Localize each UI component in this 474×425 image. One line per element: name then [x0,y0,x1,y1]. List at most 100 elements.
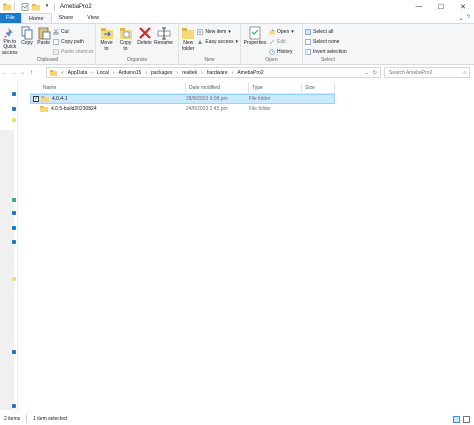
new-folder-button[interactable]: New folder [181,26,195,56]
copy-icon [21,26,33,40]
properties-icon [249,26,261,40]
nav-item-icon[interactable] [12,404,16,408]
search-placeholder: Search AmebaPro2 [389,69,433,76]
back-button[interactable]: ← [0,70,9,76]
title-bar: ▾ AmebaPro2 — ☐ ✕ [0,0,474,13]
breadcrumb-amebapro2[interactable]: AmebaPro2 [237,70,263,76]
tab-share[interactable]: Share [52,13,81,23]
nav-scrollbar[interactable] [0,130,14,410]
nav-item-icon[interactable] [12,350,16,354]
details-view-icon[interactable] [453,415,460,423]
properties-button[interactable]: Properties [243,26,267,56]
copy-path-button[interactable]: Copy path [53,37,93,46]
folder-icon[interactable] [12,277,16,281]
breadcrumb-separator: › [231,69,234,76]
selection-count: 1 item selected [33,416,67,422]
file-row[interactable]: 4.0.5-build20230824 24/8/2023 2:45 pm Fi… [30,104,335,114]
breadcrumb-arduino15[interactable]: Arduino15 [119,70,142,76]
move-to-button[interactable]: Move to [98,26,115,56]
copy-to-button[interactable]: Copy to [117,26,134,56]
ribbon-controls: ⌄ ? [459,13,474,23]
copy-to-label: Copy to [119,40,132,52]
open-button[interactable]: Open ▾ [269,27,294,36]
quick-access-dropdown-icon[interactable]: ▾ [43,3,51,11]
minimize-button[interactable]: — [408,0,430,13]
new-item-button[interactable]: New item ▾ [197,27,238,36]
window-controls: — ☐ ✕ [408,0,474,13]
delete-button[interactable]: Delete [136,26,153,56]
row-checkbox[interactable]: ✓ [31,96,41,102]
breadcrumb-packages[interactable]: packages [151,70,172,76]
maximize-button[interactable]: ☐ [430,0,452,13]
nav-item-icon[interactable] [12,198,16,202]
breadcrumb-appdata[interactable]: AppData [68,70,87,76]
new-folder-icon[interactable] [32,3,40,11]
column-header-type[interactable]: Type [249,83,302,93]
column-header-size[interactable]: Size [302,83,335,93]
organize-group: Move to Copy to Delete Rename Organize [96,24,179,64]
cut-button[interactable]: Cut [53,27,93,36]
copy-button[interactable]: Copy [20,26,35,56]
edit-button[interactable]: Edit [269,37,294,46]
ribbon: Pin to Quick access Copy Paste Cut Copy … [0,23,474,65]
chevron-down-icon: ▾ [235,38,238,45]
folder-icon [3,3,11,11]
pin-quick-access-button[interactable]: Pin to Quick access [2,26,18,56]
breadcrumb-separator: › [201,69,203,76]
copy-path-label: Copy path [61,38,84,45]
nav-item-icon[interactable] [12,211,16,215]
collapse-ribbon-icon[interactable]: ⌄ [459,15,464,22]
tab-file[interactable]: File [0,13,21,23]
pin-label: Pin to Quick access [2,38,18,56]
file-name-cell: 4.0.5-build20230824 [40,106,186,112]
tab-view[interactable]: View [80,13,106,23]
address-bar[interactable]: « AppData › Local › Arduino15 › packages… [46,67,381,78]
select-none-button[interactable]: Select none [305,37,347,46]
new-item-icon [197,28,204,35]
search-input[interactable]: Search AmebaPro2 ⌕ [384,67,470,78]
delete-icon [138,27,151,39]
folder-icon [40,106,48,112]
separator [26,415,28,423]
checkbox-checked-icon: ✓ [32,96,39,102]
properties-icon[interactable] [21,2,29,11]
breadcrumb-realtek[interactable]: realtek [182,70,197,76]
easy-access-icon [198,39,203,44]
select-none-label: Select none [313,38,340,45]
close-button[interactable]: ✕ [452,0,474,13]
history-button[interactable]: History [269,47,294,56]
forward-button[interactable]: → [9,70,18,76]
up-button[interactable]: ↑ [27,70,36,76]
file-row[interactable]: ✓ 4.0.4-1 28/8/2023 9:08 pm File folder [30,94,335,104]
paste-button[interactable]: Paste [36,26,51,56]
column-header-date[interactable]: Date modified [186,83,249,93]
refresh-icon[interactable]: ↻ [373,70,377,76]
onedrive-icon[interactable] [12,226,16,230]
edit-icon [269,39,275,44]
nav-item-icon[interactable] [12,107,16,111]
help-icon[interactable]: ? [467,15,470,21]
breadcrumb-hardware[interactable]: hardware [207,70,228,76]
open-icon [269,28,275,34]
paste-shortcut-label: Paste shortcut [61,48,93,55]
file-list: Name Date modified Type Size ✓ 4.0.4-1 2… [30,83,335,114]
rename-button[interactable]: Rename [154,26,173,56]
paste-shortcut-button[interactable]: Paste shortcut [53,47,93,56]
navigation-bar: ← → ⌄ ↑ « AppData › Local › Arduino15 › … [0,66,474,79]
folder-icon[interactable] [12,118,16,122]
new-group-label: New [204,57,215,63]
quick-access-icon[interactable] [12,92,16,96]
tab-home[interactable]: Home [20,13,52,23]
select-small-actions: Select all Select none Invert selection [305,26,347,56]
navigation-pane[interactable] [0,80,18,413]
select-all-button[interactable]: Select all [305,27,347,36]
address-dropdown-icon[interactable]: ⌄ [365,70,369,76]
column-header-name[interactable]: Name [40,83,186,93]
easy-access-button[interactable]: Easy access ▾ [197,37,238,46]
large-icons-view-icon[interactable] [463,415,470,423]
history-label: History [277,48,293,55]
recent-locations-button[interactable]: ⌄ [18,69,27,76]
breadcrumb-local[interactable]: Local [97,70,109,76]
invert-selection-button[interactable]: Invert selection [305,47,347,56]
nav-item-icon[interactable] [12,240,16,244]
